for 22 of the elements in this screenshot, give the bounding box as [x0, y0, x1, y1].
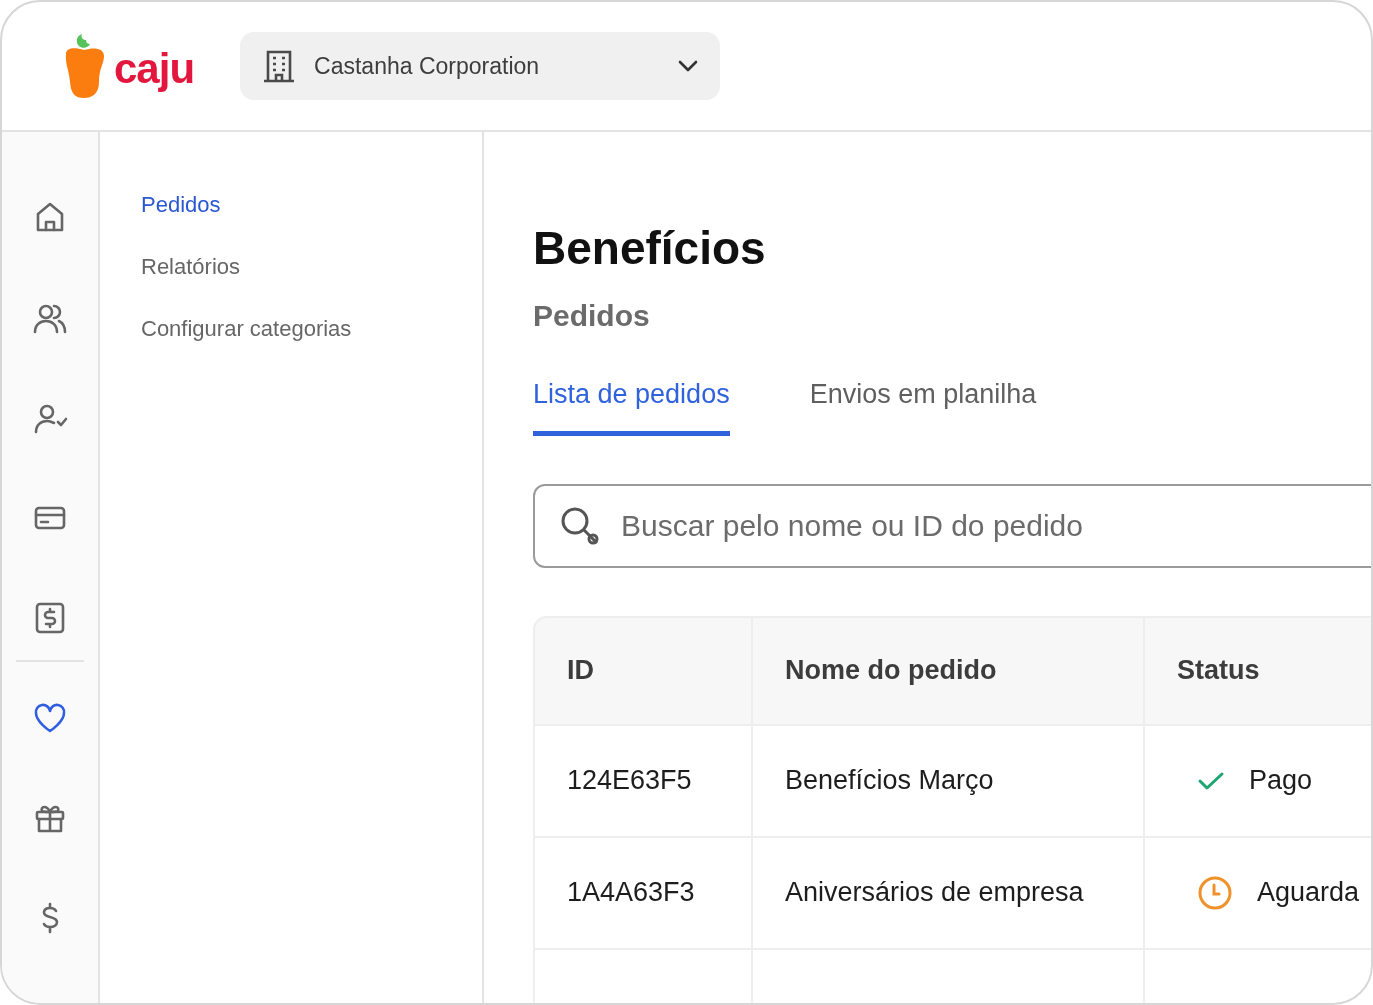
tab[interactable]: Lista de pedidos: [533, 368, 730, 436]
logo-text: caju: [114, 48, 195, 94]
status-text: Pago: [1249, 764, 1313, 798]
table-cell: 124E63F5: [533, 725, 753, 838]
page-title: Benefícios: [533, 221, 767, 276]
building-icon: [262, 49, 297, 83]
column-header: Nome do pedido: [753, 615, 1145, 726]
table-cell: 1A4A63F3: [533, 837, 753, 950]
page-subtitle: Pedidos: [533, 298, 651, 334]
menu-link[interactable]: Pedidos: [141, 187, 221, 223]
status-text: Aguarda: [1257, 876, 1360, 910]
column-header: Status: [1145, 615, 1371, 726]
menu-link[interactable]: Relatórios: [141, 249, 241, 285]
clock-icon: [1197, 874, 1233, 911]
menu-link[interactable]: Configurar categorias: [141, 311, 352, 347]
column-header: ID: [533, 615, 753, 726]
company-selector[interactable]: Castanha Corporation: [240, 32, 721, 100]
chevron-down-icon: [678, 60, 699, 72]
table-cell: Benefícios Março: [753, 725, 1145, 838]
search-field[interactable]: Buscar pelo nome ou ID do pedido: [533, 483, 1371, 568]
table-cell: Aniversários de empresa: [753, 837, 1145, 950]
tab[interactable]: Envios em planilha: [809, 368, 1037, 436]
